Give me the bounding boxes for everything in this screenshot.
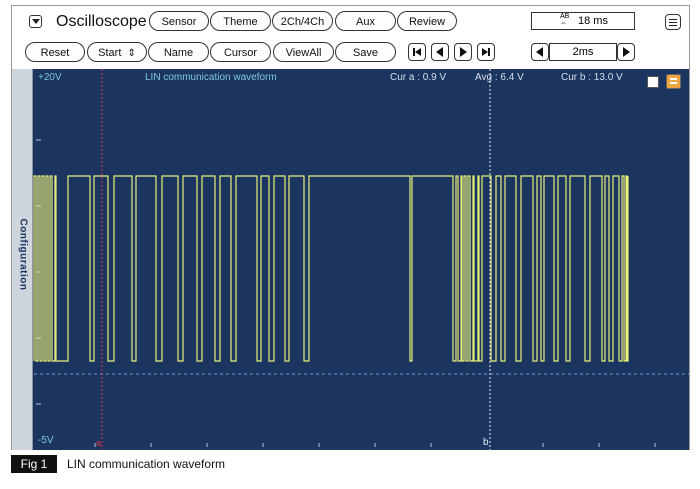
- review-button[interactable]: Review: [397, 11, 457, 31]
- name-button[interactable]: Name: [148, 42, 209, 62]
- channels-button[interactable]: 2Ch/4Ch: [272, 11, 333, 31]
- timebase-value: 2ms: [549, 43, 617, 61]
- start-button[interactable]: Start ⇕: [87, 42, 147, 62]
- cursor-button[interactable]: Cursor: [210, 42, 271, 62]
- lin-waveform-trace: [33, 175, 629, 362]
- control-toolbar: Reset Start ⇕ Name Cursor ViewAll Save 2…: [12, 38, 689, 68]
- y-axis-min-label: -5V: [38, 435, 54, 446]
- aux-button[interactable]: Aux: [335, 11, 396, 31]
- checkbox[interactable]: [647, 76, 659, 88]
- app-title: Oscilloscope: [56, 13, 147, 30]
- skip-first-icon: [413, 48, 421, 56]
- time-readout: AB ⇔ 18 ms: [531, 12, 635, 30]
- step-forward-button[interactable]: [454, 43, 472, 61]
- cursor-b-readout: Cur b : 13.0 V: [561, 72, 623, 83]
- time-value: 18 ms: [578, 15, 608, 27]
- cursor-a-readout: Cur a : 0.9 V: [390, 72, 447, 83]
- waveform-title: LIN communication waveform: [145, 72, 277, 83]
- theme-button[interactable]: Theme: [210, 11, 271, 31]
- step-back-button[interactable]: [431, 43, 449, 61]
- step-back-icon: [436, 47, 443, 57]
- viewall-button[interactable]: ViewAll: [273, 42, 334, 62]
- skip-last-button[interactable]: [477, 43, 495, 61]
- y-axis-max-label: +20V: [38, 72, 62, 83]
- skip-first-button[interactable]: [408, 43, 426, 61]
- figure-label: Fig 1: [11, 455, 57, 473]
- average-readout: Avg : 6.4 V: [475, 72, 524, 83]
- left-arrow-icon: [536, 47, 543, 57]
- cursor-b-marker: b: [483, 437, 489, 448]
- hamburger-menu-icon[interactable]: [665, 14, 681, 30]
- right-arrow-icon: [623, 47, 630, 57]
- timebase-increase-button[interactable]: [617, 43, 635, 61]
- panel-toggle-icon[interactable]: [666, 74, 681, 89]
- figure-caption: LIN communication waveform: [67, 457, 226, 471]
- start-label: Start: [98, 47, 122, 59]
- scope-display: Configuration +20V -5V LIN communication…: [12, 69, 689, 450]
- updown-arrow-icon: ⇕: [127, 48, 136, 59]
- axis-ticks: [36, 139, 656, 447]
- timebase-decrease-button[interactable]: [531, 43, 549, 61]
- step-forward-icon: [460, 47, 467, 57]
- ab-arrow-icon: ⇔: [560, 20, 567, 27]
- cursor-a-marker: a: [96, 438, 102, 448]
- top-toolbar: Oscilloscope Sensor Theme 2Ch/4Ch Aux Re…: [12, 6, 689, 36]
- save-button[interactable]: Save: [335, 42, 396, 62]
- dropdown-menu-icon[interactable]: [29, 15, 42, 28]
- skip-last-icon: [482, 48, 490, 56]
- oscilloscope-window: Oscilloscope Sensor Theme 2Ch/4Ch Aux Re…: [11, 5, 690, 450]
- sensor-button[interactable]: Sensor: [149, 11, 209, 31]
- waveform-plot: [33, 69, 689, 450]
- reset-button[interactable]: Reset: [25, 42, 85, 62]
